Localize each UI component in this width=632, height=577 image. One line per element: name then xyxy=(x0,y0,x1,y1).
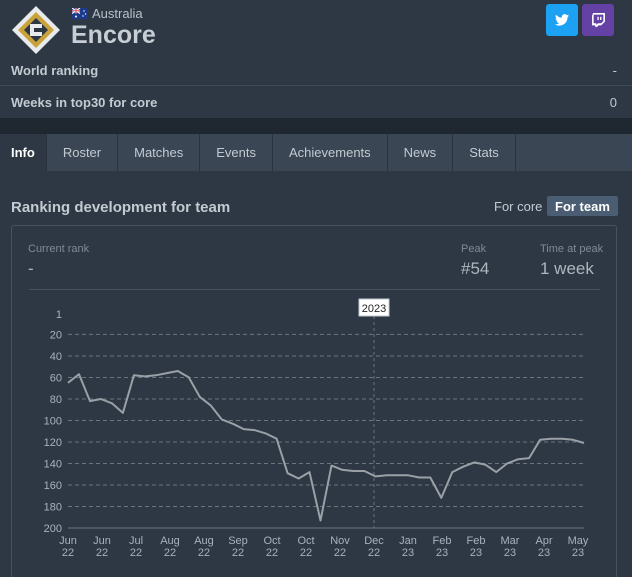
x-tick-month: Feb xyxy=(467,535,486,547)
y-tick-label: 120 xyxy=(44,437,62,449)
y-tick-label: 1 xyxy=(56,309,62,321)
x-tick-year: 23 xyxy=(402,547,414,559)
x-tick-month: Aug xyxy=(160,535,180,547)
x-tick-year: 22 xyxy=(266,547,278,559)
y-tick-label: 200 xyxy=(44,523,62,535)
x-tick-year: 22 xyxy=(130,547,142,559)
y-tick-label: 140 xyxy=(44,458,62,470)
x-tick-year: 22 xyxy=(334,547,346,559)
x-tick-month: Oct xyxy=(263,535,280,547)
x-tick-month: Jun xyxy=(59,535,77,547)
x-tick-month: Aug xyxy=(194,535,214,547)
year-marker-label: 2023 xyxy=(362,303,386,315)
x-tick-month: Jun xyxy=(93,535,111,547)
x-tick-year: 22 xyxy=(96,547,108,559)
x-tick-year: 23 xyxy=(572,547,584,559)
x-tick-year: 23 xyxy=(470,547,482,559)
x-tick-month: Jul xyxy=(129,535,143,547)
x-tick-month: Feb xyxy=(433,535,452,547)
x-tick-year: 22 xyxy=(164,547,176,559)
x-tick-year: 23 xyxy=(436,547,448,559)
y-tick-label: 160 xyxy=(44,480,62,492)
x-tick-year: 22 xyxy=(300,547,312,559)
x-tick-year: 23 xyxy=(538,547,550,559)
x-tick-year: 22 xyxy=(368,547,380,559)
y-tick-label: 100 xyxy=(44,415,62,427)
y-tick-label: 20 xyxy=(50,329,62,341)
ranking-chart: 120406080100120140160180200Jun22Jun22Jul… xyxy=(44,298,589,559)
x-tick-year: 22 xyxy=(198,547,210,559)
y-tick-label: 60 xyxy=(50,372,62,384)
x-tick-month: Oct xyxy=(297,535,314,547)
x-tick-year: 22 xyxy=(62,547,74,559)
x-tick-month: May xyxy=(568,535,589,547)
x-tick-month: Nov xyxy=(330,535,350,547)
x-tick-month: Sep xyxy=(228,535,248,547)
y-tick-label: 40 xyxy=(50,351,62,363)
x-tick-year: 22 xyxy=(232,547,244,559)
x-tick-year: 23 xyxy=(504,547,516,559)
ranking-series-line xyxy=(67,370,585,522)
y-tick-label: 80 xyxy=(50,394,62,406)
x-tick-month: Dec xyxy=(364,535,384,547)
x-tick-month: Jan xyxy=(399,535,417,547)
x-tick-month: Mar xyxy=(501,535,520,547)
y-tick-label: 180 xyxy=(44,501,62,513)
x-tick-month: Apr xyxy=(535,535,552,547)
